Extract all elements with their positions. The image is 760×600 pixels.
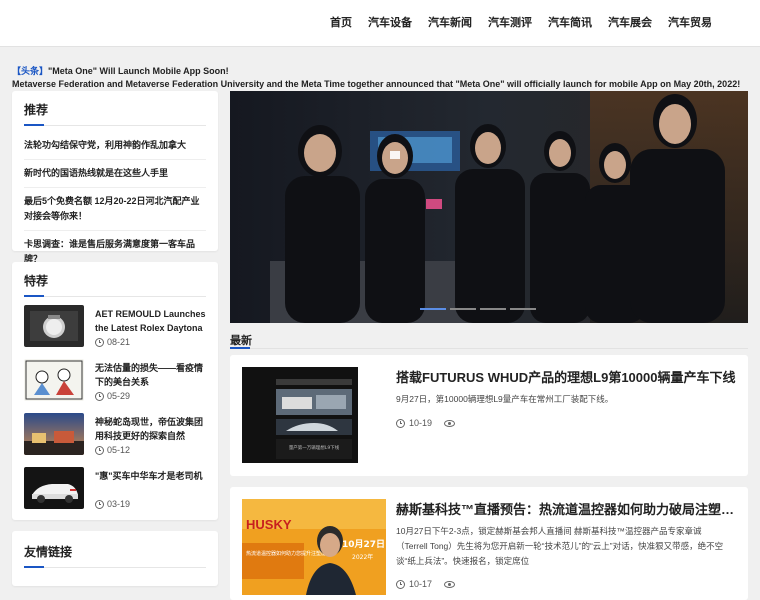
article-card[interactable]: HUSKY 热流道温控器如何助力您提升注塑能力？ 10月27日 2022年 赫斯… (230, 487, 748, 600)
card-divider (24, 124, 206, 126)
clock-icon (396, 579, 405, 589)
nav-auto-equipment[interactable]: 汽车设备 (360, 0, 420, 47)
nav-auto-trade[interactable]: 汽车贸易 (660, 0, 720, 47)
featured-item[interactable]: 无法估量的损失——看疫情下的美台关系 05-29 (24, 359, 204, 403)
article-description: 9月27日，第10000辆理想L9量产车在常州工厂装配下线。 (396, 394, 614, 404)
article-card[interactable]: 量产第一万辆理想L9下线 搭载FUTURUS WHUD产品的理想L9第10000… (230, 355, 748, 476)
clock-icon (95, 391, 104, 401)
headline-tag: 【头条】 (12, 66, 49, 76)
article-thumbnail[interactable]: HUSKY 热流道温控器如何助力您提升注塑能力？ 10月27日 2022年 (242, 499, 386, 595)
links-title: 友情链接 (24, 545, 73, 559)
nav-auto-review[interactable]: 汽车测评 (480, 0, 540, 47)
featured-thumbnail[interactable] (24, 413, 84, 455)
featured-item[interactable]: "惠"买车中华车才是老司机 03-19 (24, 467, 204, 511)
thumb-year: 2022年 (352, 553, 373, 561)
eye-icon (444, 580, 456, 588)
headline[interactable]: 【头条】"Meta One" Will Launch Mobile App So… (12, 64, 229, 77)
clock-icon (95, 445, 104, 455)
featured-item-date: 05-29 (95, 391, 130, 401)
featured-item-title: AET REMOULD Launches the Latest Rolex Da… (95, 309, 206, 333)
article-date: 10-19 (409, 418, 433, 428)
featured-thumbnail[interactable] (24, 359, 84, 401)
featured-date-text: 03-19 (107, 499, 131, 509)
featured-item[interactable]: AET REMOULD Launches the Latest Rolex Da… (24, 305, 206, 349)
article-meta: 10-19 (396, 418, 456, 428)
featured-item-date: 08-21 (95, 337, 130, 347)
latest-divider (230, 347, 748, 349)
card-divider (24, 295, 206, 297)
featured-title: 特荐 (24, 274, 49, 288)
hero-banner-image[interactable] (230, 91, 748, 323)
featured-date-text: 08-21 (107, 337, 131, 347)
latest-title: 最新 (230, 335, 252, 347)
thumb-caption: 量产第一万辆理想L9下线 (289, 444, 340, 451)
featured-item-title: "惠"买车中华车才是老司机 (95, 471, 203, 481)
recommend-list: 法轮功勾结保守党，利用神韵作乱加拿大 新时代的国语热线就是在这些人手里 最后5个… (12, 132, 218, 273)
article-meta: 10-17 (396, 579, 456, 589)
article-description: 10月27日下午2-3点，锁定赫斯基会邦人直播间 赫斯基科技™温控器产品专家章诚… (396, 526, 724, 566)
featured-date-text: 05-12 (107, 445, 131, 455)
eye-icon (444, 419, 456, 427)
featured-item[interactable]: 神秘蛇岛现世，帝伍波集团用科技更好的探索自然 05-12 (24, 413, 204, 457)
main-nav: 首页 汽车设备 汽车新闻 汽车测评 汽车简讯 汽车展会 汽车贸易 (322, 0, 720, 47)
featured-thumbnail[interactable] (24, 305, 84, 347)
recommend-title: 推荐 (24, 103, 49, 117)
headline-text: "Meta One" Will Launch Mobile App Soon! (48, 66, 229, 76)
clock-icon (396, 418, 405, 428)
featured-thumbnail[interactable] (24, 467, 84, 509)
nav-auto-expo[interactable]: 汽车展会 (600, 0, 660, 47)
article-title[interactable]: 赫斯基科技™直播预告：热流道温控器如何助力破局注塑行业痛点？ (396, 499, 736, 518)
husky-logo: HUSKY (246, 517, 292, 532)
featured-card: 特荐 AET REMOULD Launches the Latest Rolex… (12, 262, 218, 520)
recommend-item[interactable]: 新时代的国语热线就是在这些人手里 (24, 160, 206, 188)
recommend-item[interactable]: 法轮功勾结保守党，利用神韵作乱加拿大 (24, 132, 206, 160)
nav-home[interactable]: 首页 (322, 0, 360, 47)
featured-item-date: 05-12 (95, 445, 130, 455)
article-thumbnail[interactable]: 量产第一万辆理想L9下线 (242, 367, 358, 463)
clock-icon (95, 337, 104, 347)
card-divider (24, 566, 206, 568)
links-card: 友情链接 (12, 531, 218, 586)
nav-auto-brief[interactable]: 汽车简讯 (540, 0, 600, 47)
top-navbar: 首页 汽车设备 汽车新闻 汽车测评 汽车简讯 汽车展会 汽车贸易 (0, 0, 760, 47)
thumb-date: 10月27日 (342, 539, 385, 550)
recommend-item[interactable]: 最后5个免费名额 12月20-22日河北汽配产业对接会等你来！ (24, 188, 206, 231)
recommend-card: 推荐 法轮功勾结保守党，利用神韵作乱加拿大 新时代的国语热线就是在这些人手里 最… (12, 91, 218, 264)
featured-item-title: 神秘蛇岛现世，帝伍波集团用科技更好的探索自然 (95, 417, 204, 441)
featured-item-title: 无法估量的损失——看疫情下的美台关系 (95, 363, 204, 387)
featured-date-text: 05-29 (107, 391, 131, 401)
headline-summary: Metaverse Federation and Metaverse Feder… (12, 79, 741, 89)
article-date: 10-17 (409, 579, 433, 589)
nav-auto-news[interactable]: 汽车新闻 (420, 0, 480, 47)
clock-icon (95, 499, 104, 509)
article-title[interactable]: 搭载FUTURUS WHUD产品的理想L9第10000辆量产车下线 (396, 367, 736, 386)
featured-item-date: 03-19 (95, 499, 130, 509)
